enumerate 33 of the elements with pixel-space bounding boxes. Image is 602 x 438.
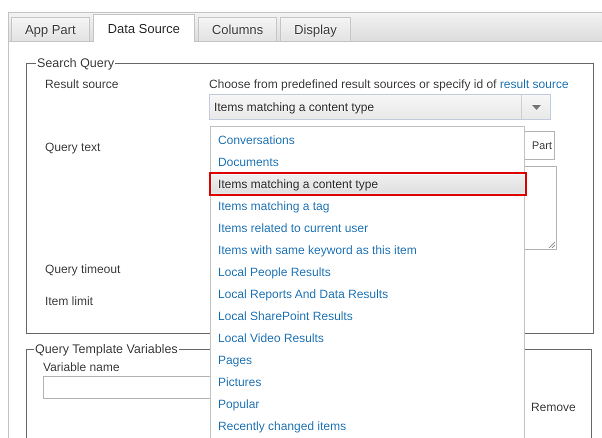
query-builder-button[interactable]: Part — [523, 131, 555, 160]
dropdown-option[interactable]: Popular — [211, 393, 524, 415]
tab[interactable]: Data Source — [92, 14, 195, 42]
dropdown-option[interactable]: Local SharePoint Results — [211, 305, 524, 327]
description-text: Choose from predefined result sources or specify id of result source — [209, 77, 569, 91]
dropdown-option[interactable]: Items related to current user — [211, 217, 524, 239]
dropdown-option[interactable]: Local Reports And Data Results — [211, 283, 524, 305]
result-source-dropdown[interactable]: Items matching a content type — [209, 94, 551, 120]
field-label: Result source — [45, 77, 120, 93]
dropdown-option[interactable]: Documents — [211, 151, 524, 173]
dropdown-option[interactable]: Recently changed items — [211, 415, 524, 437]
tab[interactable]: Columns — [198, 17, 278, 41]
dropdown-option[interactable]: Items with same keyword as this item — [211, 239, 524, 261]
dropdown-option[interactable]: Local People Results — [211, 261, 524, 283]
field-label: Query timeout — [45, 262, 122, 276]
dropdown-option[interactable]: Local Video Results — [211, 327, 524, 349]
group-legend: Search Query — [36, 56, 116, 70]
field-label: Item limit — [45, 294, 94, 308]
result-source-link[interactable]: result source — [500, 77, 569, 91]
remove-link[interactable]: Remove — [531, 400, 576, 414]
field-label: Query text — [45, 140, 102, 156]
dropdown-option[interactable]: Items matching a tag — [211, 195, 524, 217]
tab[interactable]: App Part — [11, 17, 90, 41]
tab[interactable]: Display — [280, 17, 351, 41]
group-legend: Query Template Variables — [34, 342, 179, 356]
dropdown-option[interactable]: Pages — [211, 349, 524, 371]
caret-icon — [532, 104, 540, 110]
resize-grip-icon[interactable] — [548, 241, 555, 248]
dropdown-option[interactable]: Pictures — [211, 371, 524, 393]
variable-name-field[interactable] — [43, 376, 211, 399]
dropdown-option[interactable]: Conversations — [211, 129, 524, 151]
field-label: Variable name — [43, 360, 120, 374]
dropdown-option[interactable]: Items matching a content type — [210, 173, 526, 195]
